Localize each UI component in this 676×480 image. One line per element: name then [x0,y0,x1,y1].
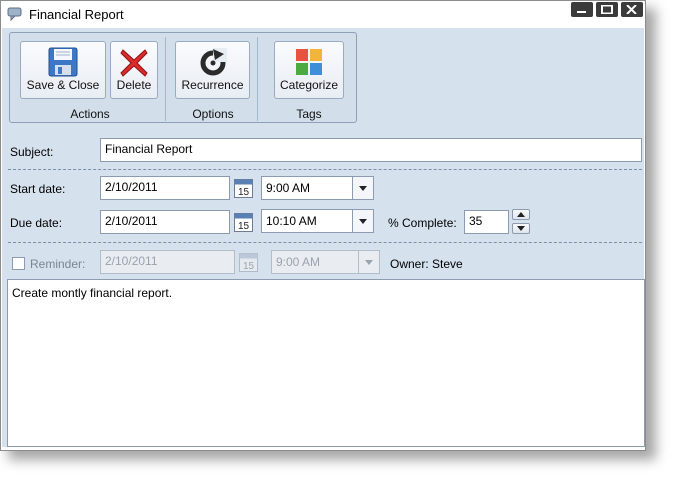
save-close-label: Save & Close [26,78,100,92]
due-date-label: Due date: [10,216,63,230]
calendar-day: 15 [238,187,250,198]
chevron-down-icon [359,219,367,224]
spin-up-button[interactable] [512,209,530,220]
delete-label: Delete [116,78,152,92]
recurrence-label: Recurrence [181,78,244,92]
start-time-select[interactable]: 9:00 AM [261,176,374,200]
dropdown-button[interactable] [352,177,373,199]
ribbon-separator [165,37,166,121]
spin-down-button[interactable] [512,223,530,234]
dropdown-button[interactable] [358,251,379,273]
section-divider [8,242,642,243]
window-title: Financial Report [29,7,124,22]
close-button[interactable] [621,2,643,17]
delete-button[interactable]: Delete [110,41,158,99]
due-time-select[interactable]: 10:10 AM [261,209,374,233]
reminder-time-value: 9:00 AM [276,255,321,269]
ribbon-separator [257,37,258,121]
calendar-day: 15 [243,261,255,272]
title-bar[interactable]: Financial Report [1,1,645,28]
group-label-actions: Actions [70,107,110,121]
reminder-checkbox[interactable] [12,257,25,270]
ribbon: Save & Close Delete Recurrence Categoriz… [9,32,357,123]
reminder-label: Reminder: [30,257,86,271]
maximize-icon [601,5,613,14]
task-window: Financial Report Save & Close Delete Rec… [0,0,646,451]
task-editor: Save & Close Delete Recurrence Categoriz… [2,28,645,447]
reminder-date-input[interactable]: 2/10/2011 [100,250,235,274]
chevron-down-icon [517,226,525,231]
recurrence-arrow-icon [200,48,227,76]
percent-complete-input[interactable]: 35 [464,210,509,234]
floppy-disk-icon [48,47,78,77]
calendar-icon[interactable]: 15 [239,252,258,272]
start-date-input[interactable]: 2/10/2011 [100,176,230,200]
categorize-label: Categorize [279,78,339,92]
percent-complete-label: % Complete: [388,216,457,230]
calendar-icon[interactable]: 15 [234,212,253,232]
start-time-value: 9:00 AM [266,181,311,195]
owner-label: Owner: Steve [390,257,463,271]
close-icon [626,5,637,14]
minimize-icon [577,11,586,13]
speech-bubble-icon [7,7,22,21]
due-time-value: 10:10 AM [266,214,317,228]
maximize-button[interactable] [596,2,618,17]
notes-textarea[interactable]: Create montly financial report. [7,279,645,447]
chevron-up-icon [517,212,525,217]
start-date-label: Start date: [10,182,66,196]
subject-input[interactable]: Financial Report [100,138,642,162]
reminder-time-select[interactable]: 9:00 AM [271,250,380,274]
dropdown-button[interactable] [352,210,373,232]
section-divider [8,169,642,170]
color-squares-icon [296,49,322,75]
recurrence-button[interactable]: Recurrence [175,41,250,99]
group-label-options: Options [192,107,234,121]
red-x-icon [120,49,148,77]
subject-label: Subject: [10,145,54,159]
categorize-button[interactable]: Categorize [274,41,344,99]
due-date-input[interactable]: 2/10/2011 [100,210,230,234]
calendar-icon[interactable]: 15 [234,178,253,198]
minimize-button[interactable] [571,2,593,17]
save-close-button[interactable]: Save & Close [20,41,106,99]
group-label-tags: Tags [296,107,322,121]
chevron-down-icon [365,260,373,265]
chevron-down-icon [359,186,367,191]
calendar-day: 15 [238,221,250,232]
